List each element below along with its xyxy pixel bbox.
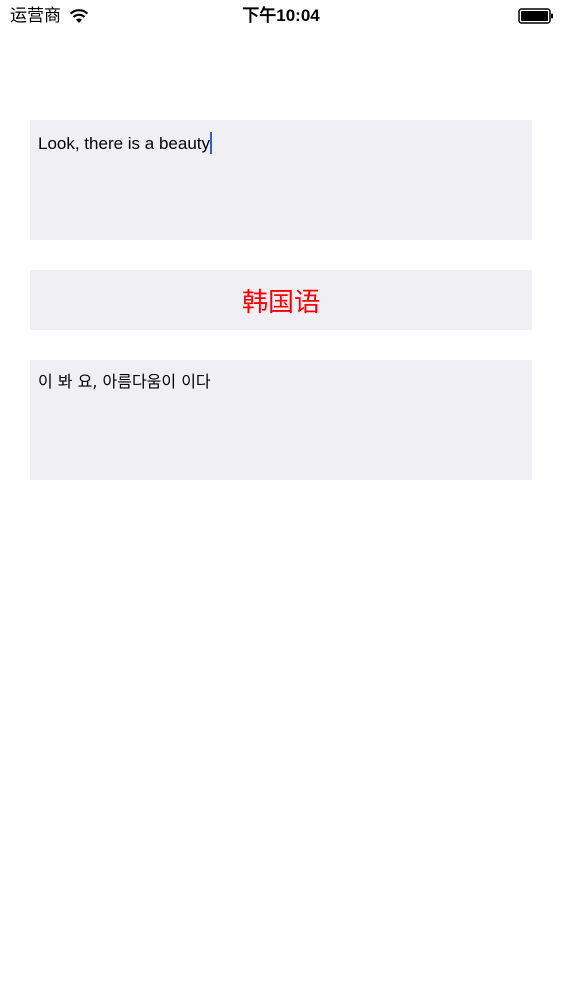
status-time: 下午10:04 [242,6,320,25]
language-select-button[interactable]: 韩国语 [30,270,532,330]
language-button-label: 韩国语 [241,287,320,318]
translated-text: 이 봐 요, 아름다움이 이다 [38,372,211,391]
battery-icon [518,8,554,24]
status-bar: 运营商 下午10:04 [0,0,562,32]
text-cursor [210,132,213,154]
source-text: Look, there is a beauty [38,134,211,153]
source-text-input[interactable]: Look, there is a beauty [30,120,532,240]
translation-output[interactable]: 이 봐 요, 아름다움이 이다 [30,360,532,480]
